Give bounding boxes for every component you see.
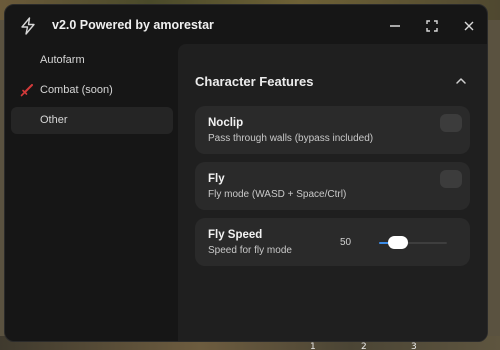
fly-speed-slider[interactable] bbox=[379, 236, 447, 249]
close-button[interactable] bbox=[458, 15, 480, 37]
feature-description: Pass through walls (bypass included) bbox=[208, 133, 374, 144]
chevron-up-icon[interactable] bbox=[454, 74, 468, 88]
content-panel: Character Features Noclip Pass through w… bbox=[178, 44, 487, 341]
feature-card-noclip: Noclip Pass through walls (bypass includ… bbox=[195, 106, 470, 154]
hotbar-slot-number: 2 bbox=[361, 342, 367, 350]
sidebar-item-label: Combat (soon) bbox=[40, 84, 113, 96]
minimize-button[interactable] bbox=[384, 15, 406, 37]
minimize-icon bbox=[390, 25, 400, 27]
sidebar-item-autofarm[interactable]: Autofarm bbox=[11, 47, 173, 74]
section-title: Character Features bbox=[195, 74, 314, 89]
sidebar: Autofarm Combat (soon) Other bbox=[11, 47, 173, 137]
hotbar-slot-number: 1 bbox=[310, 342, 316, 350]
sword-icon bbox=[20, 84, 33, 97]
feature-card-fly: Fly Fly mode (WASD + Space/Ctrl) bbox=[195, 162, 470, 210]
main-window: v2.0 Powered by amorestar Autofarm Comba… bbox=[4, 4, 488, 342]
title-bar[interactable]: v2.0 Powered by amorestar bbox=[5, 5, 487, 45]
feature-title: Noclip bbox=[208, 117, 244, 129]
feature-card-fly-speed: Fly Speed Speed for fly mode 50 bbox=[195, 218, 470, 266]
feature-description: Speed for fly mode bbox=[208, 245, 292, 256]
close-icon bbox=[464, 21, 474, 31]
maximize-icon bbox=[426, 20, 438, 32]
feature-title: Fly Speed bbox=[208, 229, 263, 241]
noclip-toggle[interactable] bbox=[440, 114, 462, 132]
slider-thumb[interactable] bbox=[388, 236, 409, 249]
maximize-button[interactable] bbox=[421, 15, 443, 37]
sidebar-item-other[interactable]: Other bbox=[11, 107, 173, 134]
fly-toggle[interactable] bbox=[440, 170, 462, 188]
sidebar-item-label: Other bbox=[40, 114, 68, 126]
fly-speed-value: 50 bbox=[340, 237, 352, 248]
sidebar-item-combat[interactable]: Combat (soon) bbox=[11, 77, 173, 104]
window-title: v2.0 Powered by amorestar bbox=[52, 18, 214, 32]
sidebar-item-label: Autofarm bbox=[40, 54, 85, 66]
hotbar-slot-number: 3 bbox=[411, 342, 417, 350]
feature-title: Fly bbox=[208, 173, 225, 185]
feature-description: Fly mode (WASD + Space/Ctrl) bbox=[208, 189, 347, 200]
lightning-icon bbox=[18, 16, 38, 36]
